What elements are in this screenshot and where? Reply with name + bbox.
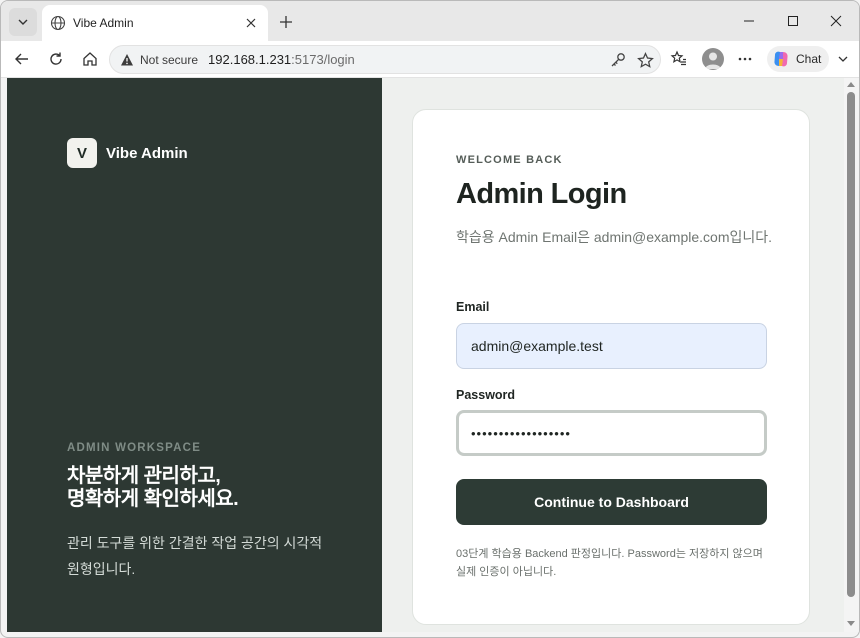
login-card: WELCOME BACK Admin Login 학습용 Admin Email… — [412, 109, 810, 625]
email-field[interactable]: admin@example.test — [456, 323, 767, 369]
warning-icon — [120, 53, 134, 67]
headline-line-2: 명확하게 확인하세요. — [67, 488, 239, 510]
more-menu-button[interactable] — [732, 46, 758, 72]
close-window-button[interactable] — [825, 11, 847, 31]
reload-button[interactable] — [43, 46, 69, 72]
tab-list-button[interactable] — [9, 8, 37, 36]
welcome-eyebrow: WELCOME BACK — [456, 154, 563, 166]
home-button[interactable] — [77, 46, 103, 72]
tab-strip: Vibe Admin — [1, 1, 859, 41]
tab-title: Vibe Admin — [73, 16, 134, 30]
brand-name: Vibe Admin — [106, 144, 188, 162]
url-path: :5173/login — [291, 52, 355, 67]
home-icon — [83, 52, 97, 66]
scroll-down-arrow-icon[interactable] — [847, 621, 855, 626]
globe-icon — [50, 15, 66, 31]
security-status[interactable]: Not secure — [140, 53, 198, 67]
password-field[interactable]: •••••••••••••••••• — [456, 410, 767, 456]
login-note: 03단계 학습용 Backend 판정입니다. Password는 저장하지 않… — [456, 548, 763, 578]
workspace-headline: 차분하게 관리하고, 명확하게 확인하세요. — [67, 465, 367, 511]
page-viewport: V Vibe Admin ADMIN WORKSPACE 차분하게 관리하고, … — [7, 78, 844, 632]
chevron-down-icon — [838, 56, 848, 62]
arrow-left-icon — [15, 53, 28, 65]
url-host: 192.168.1.231 — [208, 52, 292, 67]
address-bar[interactable]: Not secure 192.168.1.231:5173/login — [109, 45, 661, 74]
continue-to-dashboard-button[interactable]: Continue to Dashboard — [456, 479, 767, 525]
copilot-chat-button[interactable]: Chat — [767, 46, 829, 72]
maximize-button[interactable] — [782, 11, 804, 31]
favorites-button[interactable] — [666, 46, 692, 72]
scroll-up-arrow-icon[interactable] — [847, 82, 855, 87]
user-icon — [705, 52, 721, 69]
email-label: Email — [456, 300, 490, 314]
profile-avatar[interactable] — [702, 48, 724, 70]
workspace-eyebrow: ADMIN WORKSPACE — [67, 442, 202, 454]
close-tab-icon[interactable] — [241, 13, 261, 33]
browser-window: Vibe Admin Not secure 192.168.1.231:517… — [0, 0, 860, 638]
reload-icon — [50, 52, 62, 65]
chevron-down-icon — [18, 19, 28, 25]
brand: V Vibe Admin — [67, 138, 188, 168]
workspace-description: 관리 도구를 위한 간결한 작업 공간의 시각적 원형입니다. — [67, 535, 323, 577]
new-tab-button[interactable] — [275, 11, 297, 33]
key-icon[interactable] — [609, 51, 627, 69]
browser-toolbar: Not secure 192.168.1.231:5173/login Cha… — [1, 41, 859, 78]
maximize-icon — [788, 16, 798, 26]
copilot-icon — [774, 51, 788, 67]
password-label: Password — [456, 388, 516, 402]
login-panel: WELCOME BACK Admin Login 학습용 Admin Email… — [382, 78, 844, 632]
favorites-list-icon — [670, 50, 686, 66]
login-subtitle: 학습용 Admin Email은 admin@example.com입니다. — [456, 229, 773, 245]
page-scrollbar[interactable] — [844, 78, 859, 632]
minimize-button[interactable] — [738, 11, 760, 31]
more-horizontal-icon — [738, 57, 752, 61]
login-title: Admin Login — [456, 178, 627, 210]
chat-label: Chat — [796, 52, 822, 66]
headline-line-1: 차분하게 관리하고, — [67, 465, 221, 487]
close-icon — [830, 15, 842, 27]
favorite-star-icon[interactable] — [636, 51, 654, 69]
scrollbar-thumb[interactable] — [847, 92, 855, 597]
plus-icon — [280, 16, 292, 28]
back-button[interactable] — [9, 46, 35, 72]
sidebar-toggle-button[interactable] — [830, 46, 856, 72]
minimize-icon — [744, 20, 754, 22]
workspace-panel: V Vibe Admin ADMIN WORKSPACE 차분하게 관리하고, … — [7, 78, 382, 632]
browser-tab-active[interactable]: Vibe Admin — [42, 5, 268, 41]
brand-logo: V — [67, 138, 97, 168]
